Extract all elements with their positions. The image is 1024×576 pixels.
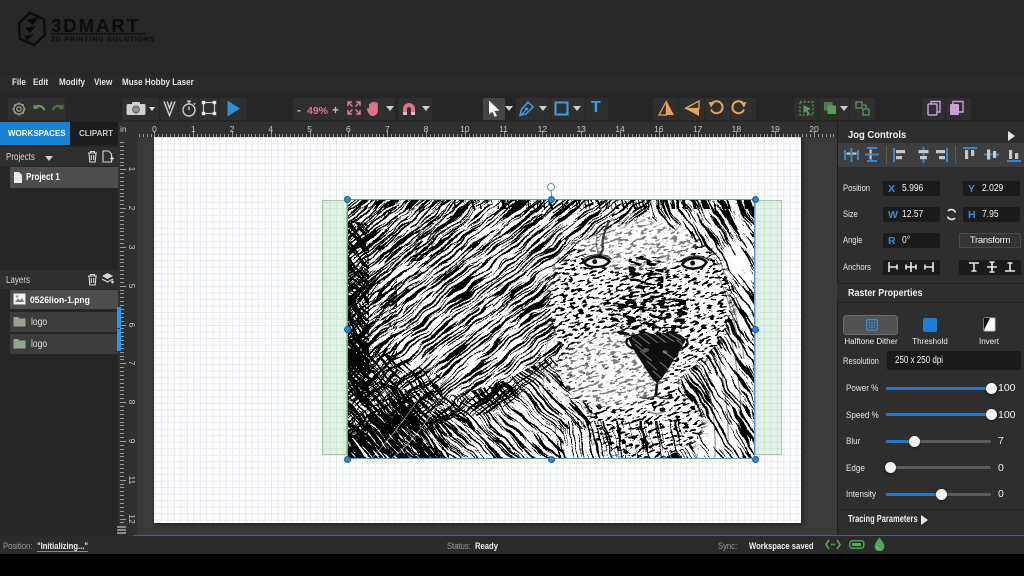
svg-text:3D PRINTING SOLUTIONS: 3D PRINTING SOLUTIONS (51, 37, 155, 44)
svg-text:3DMART: 3DMART (51, 15, 140, 36)
